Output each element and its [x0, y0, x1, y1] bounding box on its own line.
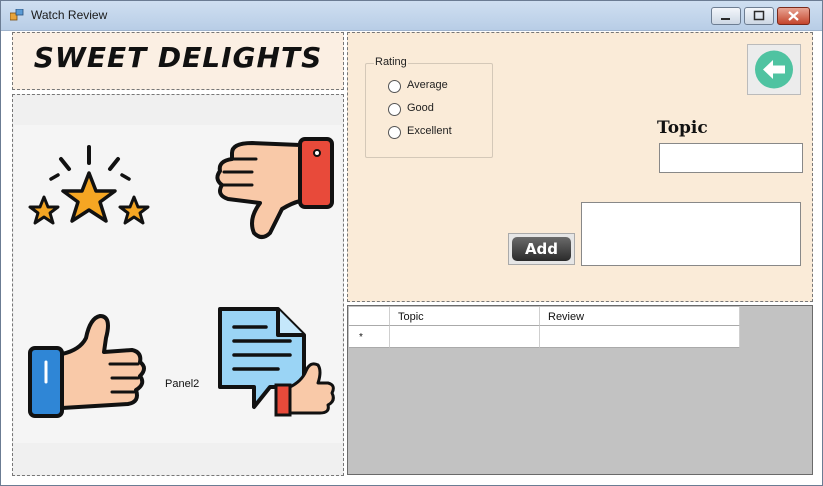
- review-document-icon[interactable]: [214, 303, 340, 429]
- thumbs-up-icon[interactable]: [24, 310, 150, 420]
- back-arrow-icon: [755, 50, 793, 89]
- radio-label: Good: [407, 102, 434, 114]
- window-title: Watch Review: [31, 8, 108, 22]
- radio-excellent[interactable]: Excellent: [388, 125, 498, 141]
- minimize-icon: [721, 18, 730, 20]
- rating-group-label: Rating: [374, 56, 408, 68]
- minimize-button[interactable]: [711, 7, 741, 25]
- topic-label: Topic: [657, 118, 708, 138]
- column-header-topic[interactable]: Topic: [390, 307, 540, 326]
- app-window: Watch Review SWEET DELIGHTS Panel2 Ratin…: [0, 0, 823, 486]
- client-area: SWEET DELIGHTS Panel2 Rating Average Goo…: [9, 31, 817, 478]
- panel2-label: Panel2: [165, 378, 200, 390]
- add-button-label: Add: [512, 237, 571, 261]
- maximize-button[interactable]: [744, 7, 774, 25]
- radio-label: Average: [407, 79, 448, 91]
- column-header-review[interactable]: Review: [540, 307, 740, 326]
- images-panel: Panel2: [12, 94, 344, 476]
- topic-input[interactable]: [659, 143, 803, 173]
- title-bar[interactable]: Watch Review: [1, 1, 822, 31]
- reviews-grid[interactable]: Topic Review *: [347, 305, 813, 475]
- brand-panel: SWEET DELIGHTS: [12, 32, 344, 90]
- images-area: Panel2: [14, 125, 342, 443]
- back-button[interactable]: [747, 44, 801, 95]
- close-button[interactable]: [777, 7, 810, 25]
- review-input[interactable]: [581, 202, 801, 266]
- radio-label: Excellent: [407, 125, 452, 137]
- maximize-icon: [753, 10, 765, 21]
- close-icon: [788, 11, 799, 21]
- stars-rating-icon[interactable]: [26, 145, 152, 235]
- new-row-marker: *: [349, 326, 390, 348]
- radio-good[interactable]: Good: [388, 102, 498, 118]
- brand-title: SWEET DELIGHTS: [33, 41, 323, 74]
- form-panel: Rating Average Good Excellent Topic Add: [347, 32, 813, 302]
- add-button[interactable]: Add: [508, 233, 575, 265]
- row-header-corner: [349, 307, 390, 326]
- rating-group: Rating Average Good Excellent: [365, 56, 493, 158]
- thumbs-down-icon[interactable]: [212, 135, 338, 245]
- table-cell-review[interactable]: [540, 326, 740, 348]
- radio-average[interactable]: Average: [388, 79, 498, 95]
- radio-circle[interactable]: [388, 126, 401, 139]
- app-icon: [10, 9, 24, 21]
- radio-circle[interactable]: [388, 80, 401, 93]
- table-cell-topic[interactable]: [390, 326, 540, 348]
- radio-circle[interactable]: [388, 103, 401, 116]
